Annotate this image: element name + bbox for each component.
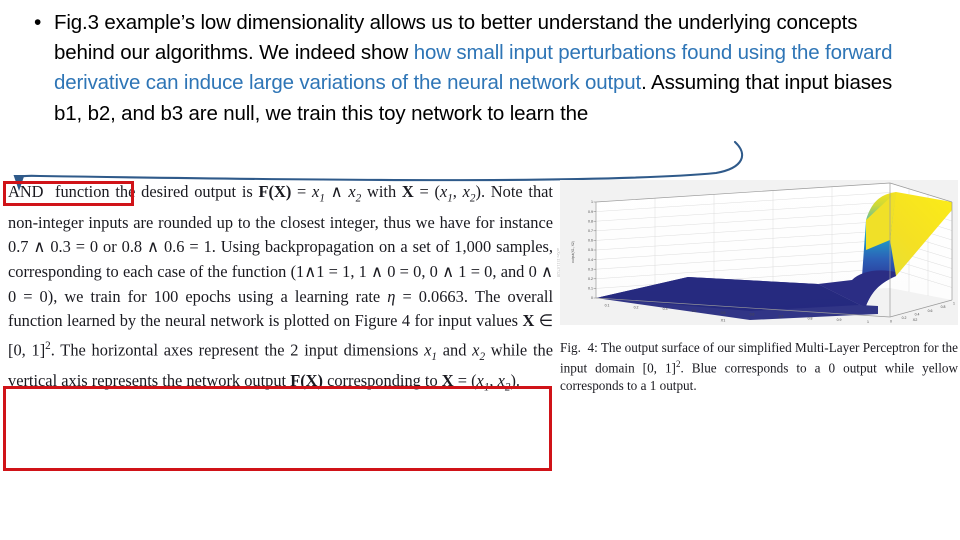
slide-canvas: • Fig.3 example’s low dimensionality all… [0, 0, 960, 540]
bullet-marker: • [34, 11, 42, 34]
bullet-paragraph: • Fig.3 example’s low dimensionality all… [30, 8, 910, 129]
svg-text:0.4: 0.4 [588, 258, 593, 262]
arrow-curve-path [17, 140, 744, 182]
and-function-term: AND function [8, 182, 110, 201]
svg-text:0.8: 0.8 [941, 305, 946, 309]
paper-body-column: AND function the desired output is F(X) … [8, 180, 553, 400]
surface-plot: 1 0.9 0.8 0.7 0.6 0.5 0.4 0.3 0.2 0.1 0 [560, 180, 958, 325]
svg-text:0.6: 0.6 [928, 309, 933, 313]
svg-text:1: 1 [867, 320, 869, 324]
svg-text:0.1: 0.1 [588, 287, 593, 291]
svg-text:1: 1 [591, 200, 593, 204]
svg-text:0.5: 0.5 [721, 311, 726, 315]
svg-text:0.2: 0.2 [902, 316, 907, 320]
plot-y-axis-label: X2 [913, 318, 918, 322]
svg-text:0.4: 0.4 [915, 312, 920, 316]
svg-text:0.2: 0.2 [634, 305, 639, 309]
svg-text:0.7: 0.7 [779, 315, 784, 319]
svg-text:0.4: 0.4 [692, 309, 697, 313]
bullet-paragraph-text: Fig.3 example’s low dimensionality allow… [54, 8, 910, 129]
scanned-paper-region: AND function the desired output is F(X) … [0, 180, 960, 480]
svg-text:0.6: 0.6 [588, 239, 593, 243]
figure-caption-text: Fig. 4: The output surface of our simpli… [560, 340, 958, 394]
svg-text:0: 0 [591, 296, 593, 300]
figure-caption: Fig. 4: The output surface of our simpli… [560, 339, 958, 395]
svg-text:0.5: 0.5 [588, 248, 593, 252]
svg-text:0.1: 0.1 [605, 304, 610, 308]
paper-paragraph: AND function the desired output is F(X) … [8, 182, 554, 394]
figure-column: 1 0.9 0.8 0.7 0.6 0.5 0.4 0.3 0.2 0.1 0 [560, 180, 958, 395]
svg-text:0.9: 0.9 [837, 318, 842, 322]
svg-text:0: 0 [890, 320, 892, 324]
plot-x-axis-label: X1 [721, 319, 726, 323]
plot-z-axis-label: output(X1, X2) [571, 241, 575, 263]
svg-text:0.6: 0.6 [750, 313, 755, 317]
svg-text:0.3: 0.3 [588, 267, 593, 271]
svg-text:0.8: 0.8 [588, 219, 593, 223]
svg-text:1: 1 [953, 302, 955, 306]
surface-plot-svg: 1 0.9 0.8 0.7 0.6 0.5 0.4 0.3 0.2 0.1 0 outpu… [560, 180, 958, 325]
svg-text:0.9: 0.9 [588, 210, 593, 214]
svg-text:0.7: 0.7 [588, 229, 593, 233]
svg-text:0.8: 0.8 [808, 316, 813, 320]
svg-text:0.2: 0.2 [588, 277, 593, 281]
svg-text:0.3: 0.3 [663, 307, 668, 311]
